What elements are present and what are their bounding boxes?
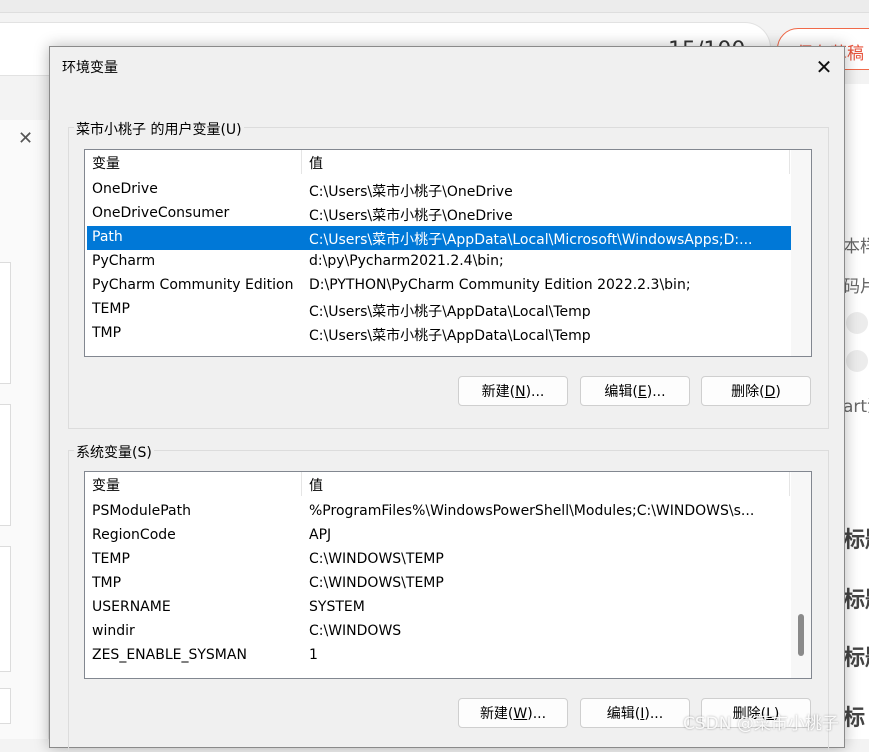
column-divider [789, 150, 790, 174]
user-variables-label: 菜市小桃子 的用户变量(U) [74, 119, 244, 139]
left-card [0, 262, 11, 384]
user-variables-list[interactable]: 变量 值 OneDrive C:\Users\菜市小桃子\OneDrive On… [84, 149, 812, 357]
browser-top-bar [0, 0, 869, 13]
system-variables-list[interactable]: 变量 值 PSModulePath %ProgramFiles%\Windows… [84, 471, 812, 679]
column-header-variable[interactable]: 变量 [92, 153, 120, 173]
right-heading: 标题 [843, 528, 869, 553]
right-heading: 标题 [843, 646, 869, 671]
left-card [0, 688, 11, 724]
right-circle-icon [846, 350, 868, 372]
vertical-scrollbar[interactable] [791, 472, 811, 678]
dialog-title: 环境变量 [62, 60, 118, 76]
left-card [0, 546, 11, 672]
user-edit-button[interactable]: 编辑(E)... [580, 376, 690, 406]
list-item[interactable]: RegionCode APJ [87, 524, 791, 548]
left-card [0, 404, 11, 526]
column-divider[interactable] [301, 150, 302, 174]
system-variables-label: 系统变量(S) [74, 442, 154, 462]
close-icon[interactable]: ✕ [18, 128, 33, 149]
system-new-button[interactable]: 新建(W)... [458, 698, 568, 728]
list-item[interactable]: OneDrive C:\Users\菜市小桃子\OneDrive [87, 178, 791, 202]
list-item[interactable]: PSModulePath %ProgramFiles%\WindowsPower… [87, 500, 791, 524]
right-snippet: 本样 [843, 237, 869, 257]
list-item[interactable]: TEMP C:\Users\菜市小桃子\AppData\Local\Temp [87, 298, 791, 322]
list-header: 变量 值 [85, 472, 811, 496]
right-heading: 标 [843, 706, 866, 731]
right-snippet: art清 [843, 397, 869, 417]
column-header-variable[interactable]: 变量 [92, 475, 120, 495]
list-item[interactable]: PyCharm d:\py\Pycharm2021.2.4\bin; [87, 250, 791, 274]
close-icon[interactable]: ✕ [812, 55, 836, 79]
list-item[interactable]: TMP C:\WINDOWS\TEMP [87, 572, 791, 596]
user-new-button[interactable]: 新建(N)... [458, 376, 568, 406]
list-item[interactable]: ZES_ENABLE_SYSMAN 1 [87, 644, 791, 668]
right-circle-icon [846, 312, 868, 334]
user-delete-button[interactable]: 删除(D) [701, 376, 811, 406]
system-edit-button[interactable]: 编辑(I)... [580, 698, 690, 728]
scrollbar-thumb[interactable] [798, 614, 804, 656]
list-item[interactable]: PyCharm Community Edition D:\PYTHON\PyCh… [87, 274, 791, 298]
right-heading: 标题 [843, 588, 869, 613]
list-item-selected[interactable]: Path C:\Users\菜市小桃子\AppData\Local\Micros… [87, 226, 791, 250]
right-snippet: 码片 [843, 277, 869, 297]
vertical-scrollbar[interactable] [791, 150, 811, 356]
column-header-value[interactable]: 值 [309, 475, 323, 495]
column-divider[interactable] [301, 472, 302, 496]
list-item[interactable]: TEMP C:\WINDOWS\TEMP [87, 548, 791, 572]
list-item[interactable]: windir C:\WINDOWS [87, 620, 791, 644]
list-item[interactable]: OneDriveConsumer C:\Users\菜市小桃子\OneDrive [87, 202, 791, 226]
environment-variables-dialog: 环境变量 ✕ 菜市小桃子 的用户变量(U) 变量 值 OneDrive C:\U… [49, 46, 845, 752]
column-header-value[interactable]: 值 [309, 153, 323, 173]
csdn-watermark: CSDN @菜市小桃子 [683, 714, 839, 734]
list-item[interactable]: USERNAME SYSTEM [87, 596, 791, 620]
list-header: 变量 值 [85, 150, 811, 174]
column-divider [789, 472, 790, 496]
list-item[interactable]: TMP C:\Users\菜市小桃子\AppData\Local\Temp [87, 322, 791, 346]
